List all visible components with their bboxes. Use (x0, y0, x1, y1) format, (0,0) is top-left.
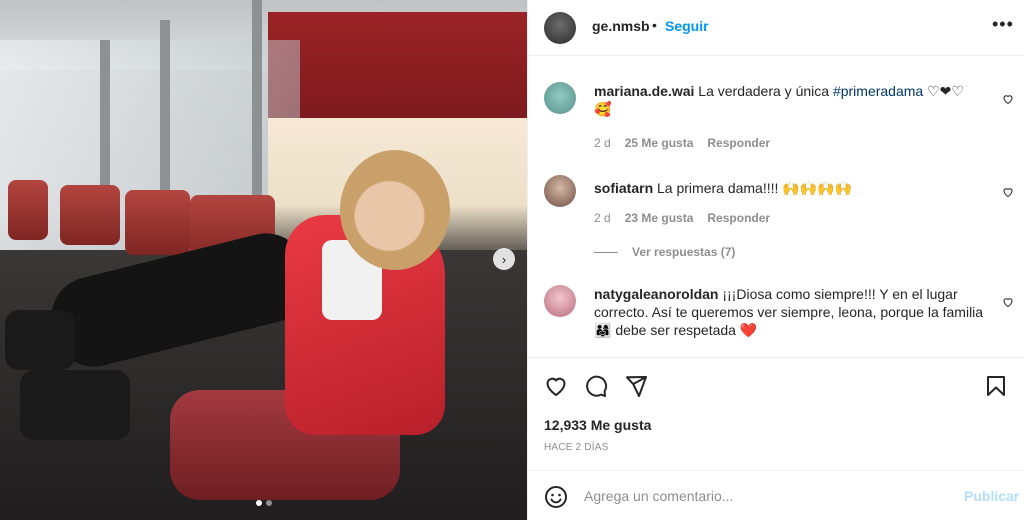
heart-icon (1003, 95, 1013, 105)
post-actions (528, 357, 1024, 413)
photo-seat (60, 185, 120, 245)
commenter-avatar[interactable] (544, 82, 576, 114)
comment-input[interactable] (584, 485, 944, 507)
carousel-dot-active (256, 500, 262, 506)
post-date: HACE 2 DÍAS (544, 442, 609, 453)
like-button[interactable] (544, 374, 568, 398)
photo-person-boot (5, 310, 75, 370)
commenter-username[interactable]: sofiatarn (594, 180, 653, 196)
next-slide-button[interactable]: › (493, 248, 515, 270)
commenter-avatar[interactable] (544, 175, 576, 207)
comment-meta: 2 d 25 Me gusta Responder (594, 136, 770, 150)
post-details-panel: ge.nmsb • Seguir ••• mariana.de.wai La v… (527, 0, 1024, 520)
comment-item: natygaleanoroldan ¡¡¡Diosa como siempre!… (544, 285, 1014, 345)
chevron-right-icon: › (501, 251, 507, 267)
comment-composer: Publicar (528, 470, 1024, 520)
comment-item: sofiatarn La primera dama!!!! 🙌🙌🙌🙌 2 d 2… (544, 175, 1014, 230)
photo-person-head (340, 150, 450, 270)
commenter-username[interactable]: mariana.de.wai (594, 83, 694, 99)
bookmark-icon (987, 376, 1005, 396)
comment-time: 2 d (594, 211, 611, 225)
emoji-icon (545, 486, 567, 508)
comment-content: La verdadera y única (698, 83, 830, 99)
comment-button[interactable] (584, 374, 608, 398)
heart-icon (546, 377, 566, 396)
heart-icon (1003, 298, 1013, 308)
comment-content: La primera dama!!!! 🙌🙌🙌🙌 (657, 180, 853, 196)
save-button[interactable] (984, 374, 1008, 398)
comment-suffix: ♡❤♡ (927, 83, 964, 99)
more-options-button[interactable]: ••• (992, 14, 1014, 35)
post-header: ge.nmsb • Seguir ••• (528, 0, 1024, 56)
post-modal: › ge.nmsb • Seguir ••• mariana.de.wai La… (0, 0, 1024, 520)
author-avatar[interactable] (544, 12, 576, 44)
heart-icon (1003, 188, 1013, 198)
comment-like-button[interactable] (1002, 185, 1014, 198)
comment-likes[interactable]: 25 Me gusta (625, 136, 694, 150)
comment-icon (586, 375, 608, 397)
photo-seat (125, 190, 190, 255)
reply-button[interactable]: Responder (707, 211, 770, 225)
view-replies-button[interactable]: Ver respuestas (7) (594, 245, 735, 259)
commenter-username[interactable]: natygaleanoroldan (594, 286, 718, 302)
comment-like-button[interactable] (1002, 92, 1014, 105)
comment-like-button[interactable] (1002, 295, 1014, 308)
follow-button[interactable]: Seguir (665, 18, 709, 34)
likes-count[interactable]: 12,933 Me gusta (544, 417, 651, 433)
comment-item: mariana.de.wai La verdadera y única #pri… (544, 82, 1014, 152)
emoji-button[interactable] (544, 485, 568, 509)
publish-button[interactable]: Publicar (964, 488, 1019, 504)
comment-emoji-line: 🥰 (594, 101, 612, 117)
author-username[interactable]: ge.nmsb (592, 18, 650, 34)
comment-text: sofiatarn La primera dama!!!! 🙌🙌🙌🙌 (594, 179, 984, 197)
comment-time: 2 d (594, 136, 611, 150)
replies-divider (594, 251, 618, 253)
comment-text: mariana.de.wai La verdadera y única #pri… (594, 82, 984, 118)
photo-red-wall (268, 12, 527, 122)
comment-meta: 2 d 23 Me gusta Responder (594, 211, 770, 225)
reply-button[interactable]: Responder (707, 136, 770, 150)
carousel-dot (266, 500, 272, 506)
carousel-indicator (256, 500, 272, 506)
share-button[interactable] (624, 374, 648, 398)
header-separator: • (652, 17, 657, 33)
photo-seat (8, 180, 48, 240)
post-photo: › (0, 0, 527, 520)
comment-text: natygaleanoroldan ¡¡¡Diosa como siempre!… (594, 285, 989, 339)
share-icon (626, 376, 647, 397)
comment-likes[interactable]: 23 Me gusta (625, 211, 694, 225)
comment-hashtag[interactable]: #primeradama (833, 83, 923, 99)
commenter-avatar[interactable] (544, 285, 576, 317)
view-replies-label: Ver respuestas (7) (632, 245, 736, 259)
photo-person-boot (20, 370, 130, 440)
